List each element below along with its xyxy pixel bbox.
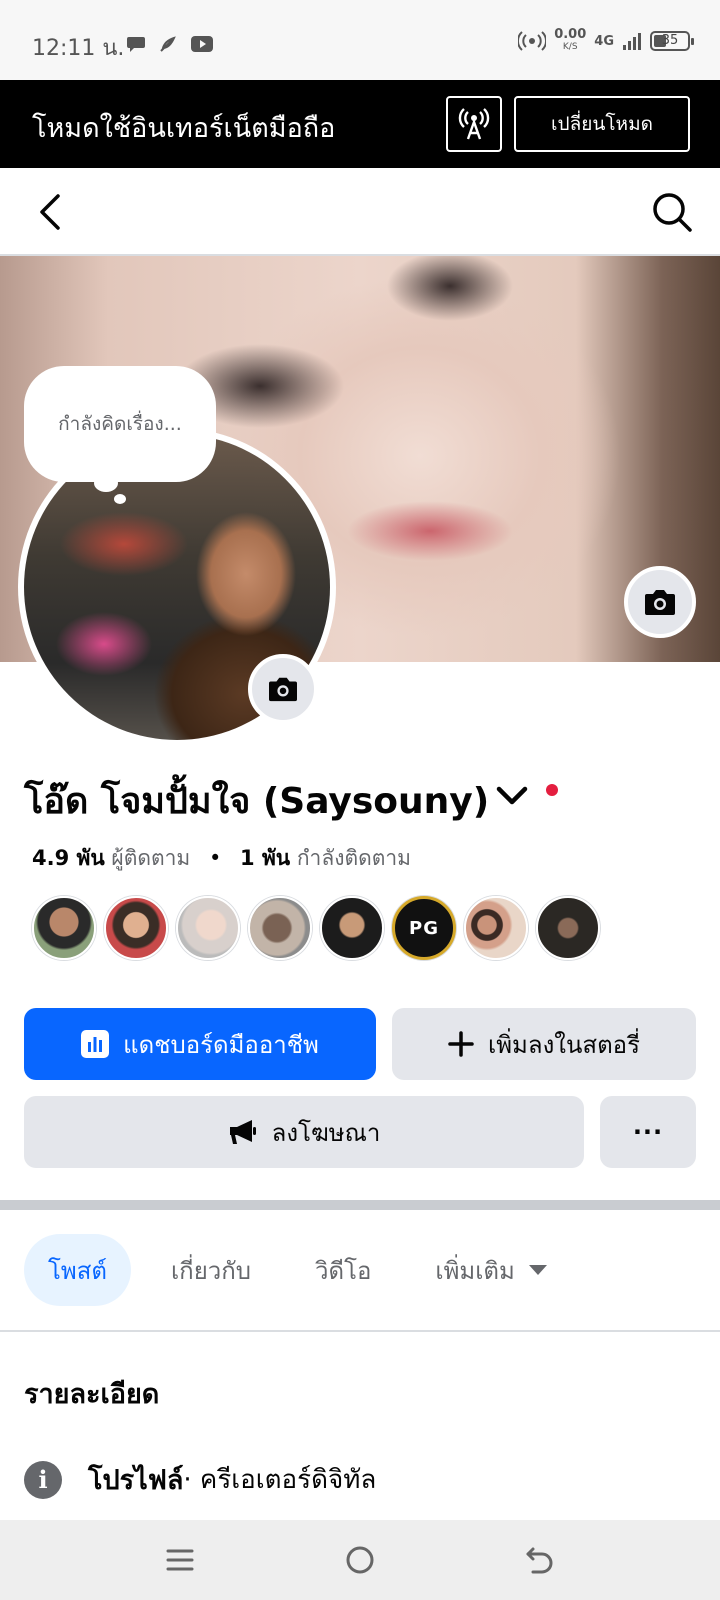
- megaphone-icon: [228, 1118, 258, 1146]
- youtube-notification-icon: [191, 36, 213, 52]
- thought-bubble-placeholder: กำลังคิดเรื่อง...: [58, 413, 182, 435]
- mobile-data-mode-button[interactable]: [446, 96, 502, 152]
- tabs-divider: [0, 1330, 720, 1332]
- following-count: 1 พัน: [240, 846, 291, 870]
- status-time: 12:11 น.: [32, 36, 125, 61]
- chevron-down-icon: [496, 786, 528, 805]
- follower-avatar[interactable]: [104, 896, 168, 960]
- broadcast-tower-icon: [458, 108, 490, 140]
- more-options-button[interactable]: ···: [600, 1096, 696, 1168]
- search-button[interactable]: [650, 190, 694, 234]
- following-label: กำลังติดตาม: [296, 846, 412, 870]
- advertise-label: ลงโฆษณา: [271, 1118, 381, 1147]
- plus-icon: [448, 1031, 474, 1057]
- top-nav-bar: [0, 168, 720, 256]
- tab-more-label: เพิ่มเติม: [435, 1256, 515, 1285]
- profile-category-label: โปรไฟล์: [88, 1465, 184, 1496]
- follower-avatar-pg[interactable]: PG: [392, 896, 456, 960]
- profile-category-row: i โปรไฟล์ · ครีเอเตอร์ดิจิทัล: [24, 1458, 376, 1501]
- network-type: 4G: [594, 33, 614, 49]
- tab-about[interactable]: เกี่ยวกับ: [147, 1234, 275, 1306]
- status-bar: 12:11 น. 0.00 K/S 4G 35: [0, 0, 720, 80]
- system-back-button[interactable]: [520, 1540, 560, 1580]
- recent-apps-button[interactable]: [160, 1540, 200, 1580]
- hotspot-icon: [518, 31, 547, 51]
- info-icon: i: [24, 1460, 62, 1499]
- add-to-story-button[interactable]: เพิ่มลงในสตอรี่: [392, 1008, 696, 1080]
- more-options-icon: ···: [632, 1118, 664, 1146]
- camera-icon: [269, 677, 297, 702]
- profile-tabs: โพสต์ เกี่ยวกับ วิดีโอ เพิ่มเติม: [24, 1234, 587, 1306]
- section-divider: [0, 1200, 720, 1210]
- mobile-data-mode-banner: โหมดใช้อินเทอร์เน็ตมือถือ เปลี่ยนโหมด: [0, 80, 720, 168]
- system-navigation-bar: [0, 1520, 720, 1600]
- follower-avatar[interactable]: [320, 896, 384, 960]
- follower-avatar[interactable]: [464, 896, 528, 960]
- follower-avatar[interactable]: [176, 896, 240, 960]
- follower-avatar[interactable]: [536, 896, 600, 960]
- switch-mode-button[interactable]: เปลี่ยนโหมด: [514, 96, 690, 152]
- tab-posts[interactable]: โพสต์: [24, 1234, 131, 1306]
- details-heading: รายละเอียด: [24, 1379, 160, 1410]
- return-arrow-icon: [526, 1547, 553, 1574]
- caret-down-icon: [528, 1265, 547, 1275]
- feather-notification-icon: [160, 36, 176, 52]
- pg-logo-text: PG: [409, 917, 439, 939]
- edit-cover-photo-button[interactable]: [624, 566, 696, 638]
- follower-avatar[interactable]: [32, 896, 96, 960]
- followers-label: ผู้ติดตาม: [111, 846, 191, 870]
- professional-dashboard-label: แดชบอร์ดมืออาชีพ: [123, 1030, 319, 1059]
- signal-icon: [623, 33, 641, 50]
- tab-videos[interactable]: วิดีโอ: [291, 1234, 395, 1306]
- notification-dot: [546, 784, 558, 796]
- thought-bubble-tail: [94, 474, 118, 492]
- thought-bubble-tail-small: [114, 494, 126, 504]
- search-icon: [653, 193, 692, 232]
- back-button[interactable]: [30, 190, 74, 234]
- network-speed: 0.00 K/S: [554, 27, 587, 52]
- advertise-button[interactable]: ลงโฆษณา: [24, 1096, 584, 1168]
- profile-category-value: · ครีเอเตอร์ดิจิทัล: [183, 1465, 377, 1495]
- professional-dashboard-button[interactable]: แดชบอร์ดมืออาชีพ: [24, 1008, 376, 1080]
- chat-notification-icon: [127, 37, 145, 52]
- tab-more[interactable]: เพิ่มเติม: [411, 1234, 570, 1306]
- menu-icon: [166, 1549, 194, 1571]
- camera-icon: [645, 590, 675, 615]
- switch-profile-button[interactable]: [494, 778, 530, 814]
- dashboard-chart-icon: [81, 1030, 110, 1058]
- follow-stats[interactable]: 4.9 พัน ผู้ติดตาม • 1 พัน กำลังติดตาม: [32, 842, 411, 875]
- edit-profile-picture-button[interactable]: [248, 654, 318, 724]
- followers-count: 4.9 พัน: [32, 846, 105, 870]
- follower-avatars: PG: [32, 896, 600, 960]
- home-button[interactable]: [340, 1540, 380, 1580]
- follower-avatar[interactable]: [248, 896, 312, 960]
- home-circle-icon: [346, 1546, 374, 1574]
- mode-banner-text: โหมดใช้อินเทอร์เน็ตมือถือ: [32, 113, 336, 144]
- add-to-story-label: เพิ่มลงในสตอรี่: [488, 1030, 640, 1059]
- battery-indicator: 35: [650, 31, 694, 51]
- stats-separator: •: [208, 846, 222, 870]
- back-arrow-icon: [40, 194, 60, 230]
- thought-bubble-note[interactable]: กำลังคิดเรื่อง...: [24, 366, 216, 482]
- profile-name: โอ๊ด โจมปั้มใจ (Saysouny): [24, 781, 490, 822]
